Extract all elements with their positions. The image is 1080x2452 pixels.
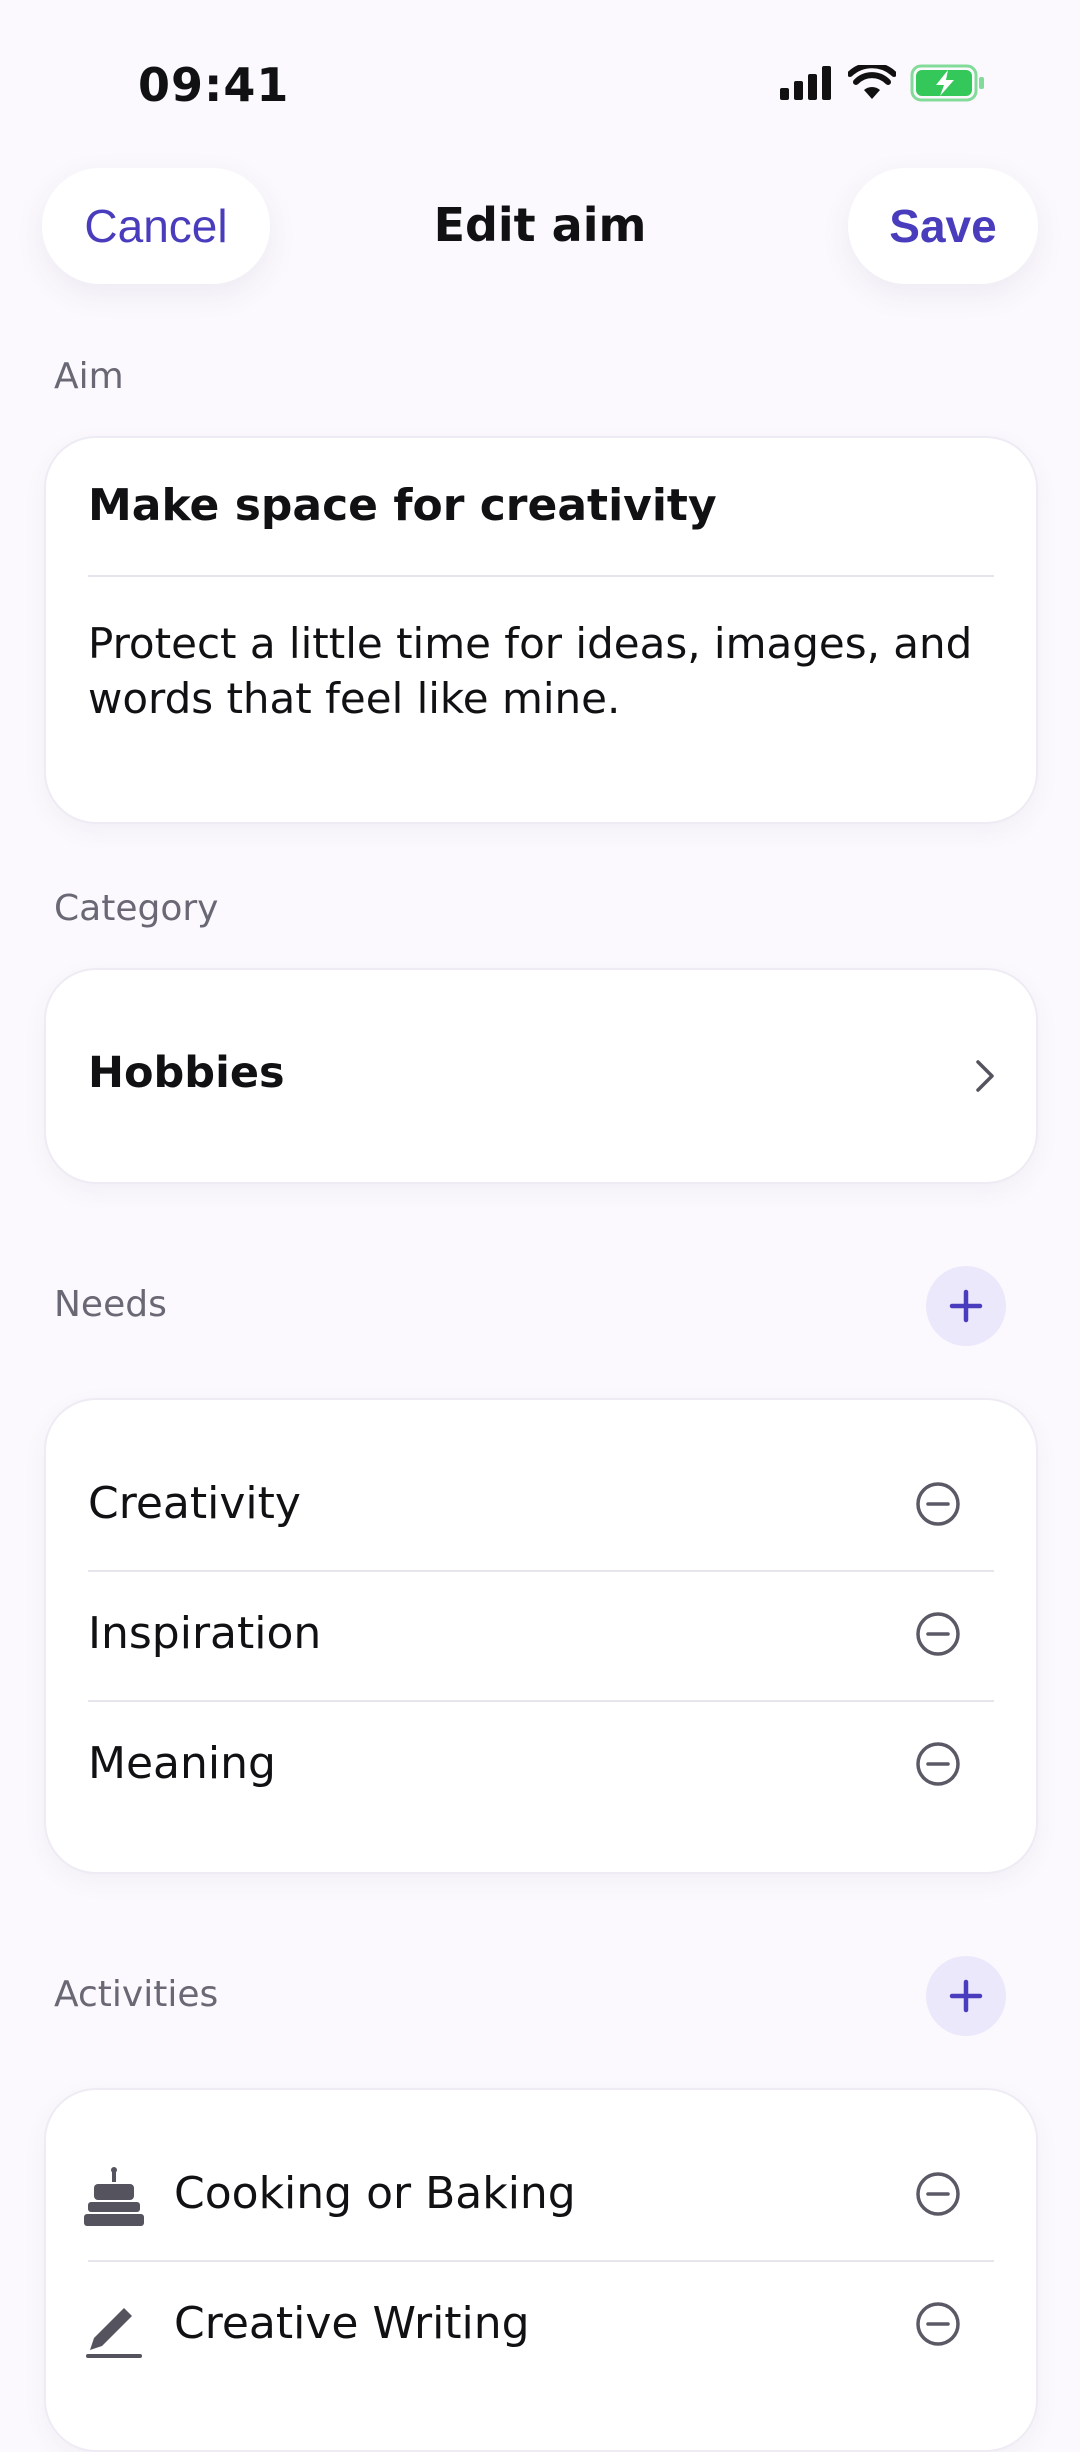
remove-circle-icon[interactable] [914,2300,962,2348]
activities-section-label: Activities [54,1974,219,2015]
remove-circle-icon[interactable] [914,1480,962,1528]
activities-list: Cooking or Baking Creative Writing [44,2088,1038,2452]
list-item: Inspiration [46,1572,1036,1702]
activity-label: Creative Writing [174,2298,530,2349]
list-item: Meaning [46,1702,1036,1832]
save-button[interactable]: Save [848,168,1038,284]
aim-description-field[interactable]: Protect a little time for ideas, images,… [88,616,994,726]
remove-circle-icon[interactable] [914,1610,962,1658]
plus-icon [949,1289,983,1323]
nav-bar: Cancel Edit aim Save [0,168,1080,286]
category-value: Hobbies [88,1048,285,1098]
list-item: Creativity [46,1442,1036,1572]
needs-list: Creativity Inspiration Meaning [44,1398,1038,1874]
category-section-label: Category [54,888,219,929]
cake-icon [84,2167,144,2226]
need-label: Creativity [88,1478,301,1529]
status-icons [780,64,986,102]
need-label: Meaning [88,1738,276,1789]
add-activity-button[interactable] [926,1956,1006,2036]
aim-card: Make space for creativity Protect a litt… [44,436,1038,824]
wifi-icon [848,65,896,99]
chevron-right-icon [976,1060,994,1092]
aim-title-field[interactable]: Make space for creativity [88,480,717,531]
plus-icon [949,1979,983,2013]
activity-label: Cooking or Baking [174,2168,576,2219]
status-bar: 09:41 [0,0,1080,170]
aim-section-label: Aim [54,356,124,397]
list-item: Cooking or Baking [46,2132,1036,2262]
remove-circle-icon[interactable] [914,2170,962,2218]
battery-charging-icon [910,64,984,102]
category-selector[interactable]: Hobbies [44,968,1038,1184]
remove-circle-icon[interactable] [914,1740,962,1788]
cellular-signal-icon [780,66,831,100]
add-need-button[interactable] [926,1266,1006,1346]
pencil-icon [86,2308,142,2358]
needs-section-label: Needs [54,1284,167,1325]
status-time: 09:41 [138,58,290,112]
need-label: Inspiration [88,1608,322,1659]
divider [88,575,994,577]
list-item: Creative Writing [46,2262,1036,2392]
